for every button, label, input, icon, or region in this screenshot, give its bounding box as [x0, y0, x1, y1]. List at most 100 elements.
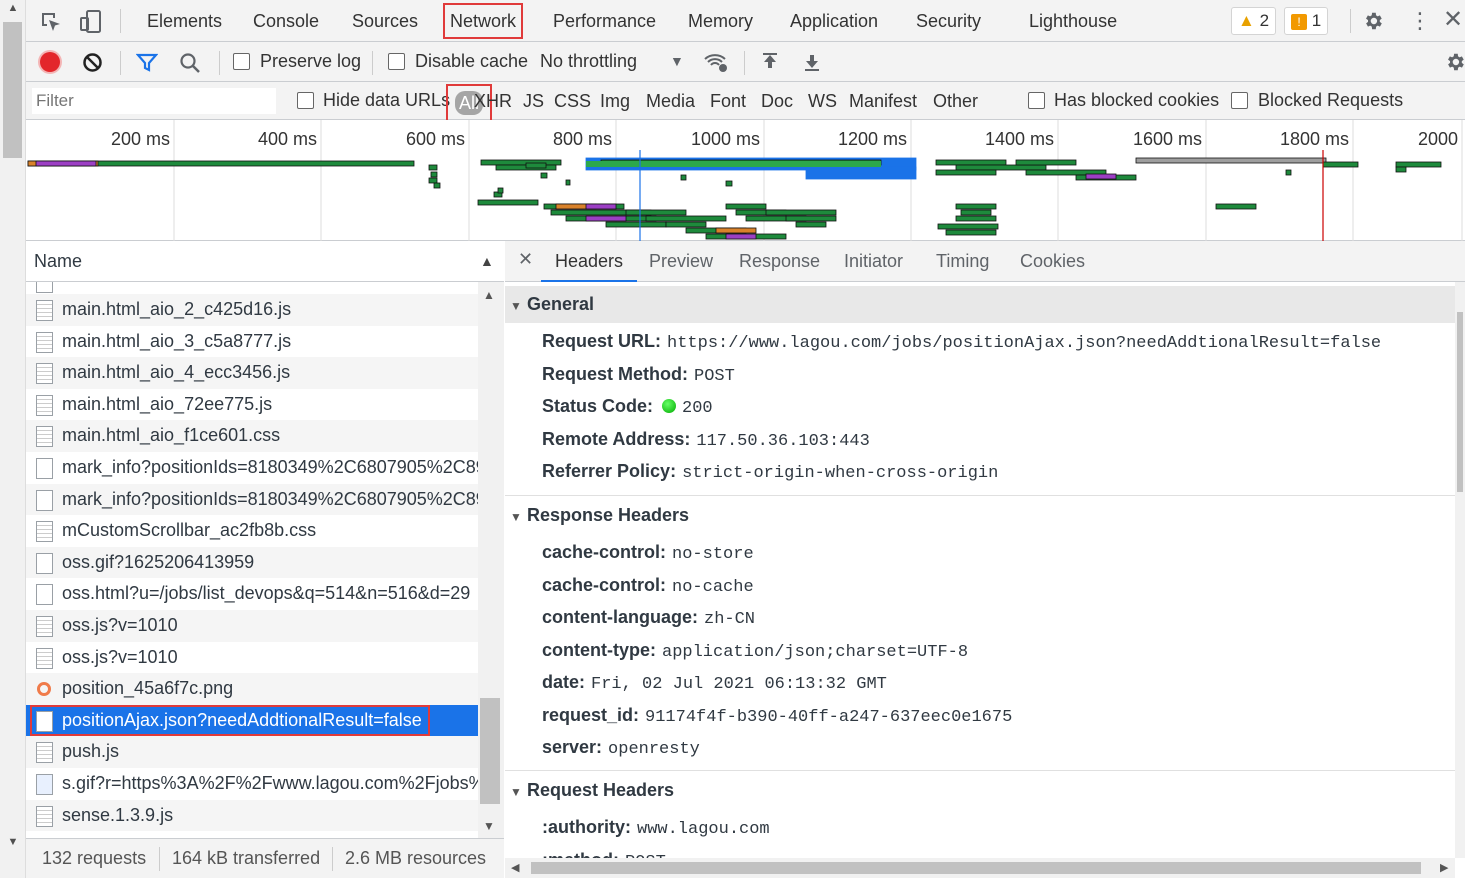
- request-row[interactable]: mark_info?positionIds=8180349%2C6807905%…: [26, 483, 478, 516]
- request-row[interactable]: main.html_aio_72ee775.js: [26, 389, 478, 421]
- preserve-log-checkbox[interactable]: [233, 53, 250, 70]
- response-headers-section-header[interactable]: ▼ Response Headers: [505, 497, 1455, 534]
- chevron-down-icon[interactable]: ▼: [670, 53, 684, 69]
- request-list-scroll-thumb[interactable]: [480, 698, 500, 804]
- timeline-tick-label: 400 ms: [258, 129, 317, 149]
- scroll-left-arrow-icon[interactable]: ◀: [511, 861, 519, 874]
- request-row[interactable]: main.html_aio_2_c425d16.js: [26, 294, 478, 326]
- tab-console[interactable]: Console: [253, 0, 319, 42]
- hide-data-urls-checkbox[interactable]: [297, 92, 314, 109]
- request-row[interactable]: oss.js?v=1010: [26, 610, 478, 642]
- tab-performance[interactable]: Performance: [553, 0, 656, 42]
- request-row[interactable]: oss.js?v=1010: [26, 642, 478, 674]
- waterfall-bar: [680, 174, 687, 181]
- import-har-icon[interactable]: [760, 52, 780, 72]
- detail-tab-headers[interactable]: Headers: [541, 241, 638, 282]
- scroll-down-arrow-icon[interactable]: ▼: [483, 819, 495, 833]
- request-row[interactable]: s.gif?r=https%3A%2F%2Fwww.lagou.com%2Fjo…: [26, 768, 478, 800]
- scroll-up-arrow-icon[interactable]: ▲: [0, 2, 26, 20]
- request-headers-section-header[interactable]: ▼ Request Headers: [505, 772, 1455, 809]
- network-conditions-icon[interactable]: [703, 51, 729, 73]
- filter-funnel-icon[interactable]: [136, 52, 158, 74]
- detail-tab-response[interactable]: Response: [739, 241, 820, 282]
- tab-memory[interactable]: Memory: [688, 0, 753, 42]
- settings-gear-icon[interactable]: [1362, 10, 1384, 32]
- request-row[interactable]: oss.gif?1625206413959: [26, 546, 478, 579]
- file-icon: [36, 282, 53, 293]
- header-row: Status Code: 200: [542, 390, 713, 422]
- page-scroll-thumb[interactable]: [3, 22, 22, 158]
- type-filter-media[interactable]: Media: [646, 82, 695, 120]
- detail-tab-initiator[interactable]: Initiator: [844, 241, 903, 282]
- issues-badge[interactable]: ! 1: [1284, 7, 1329, 35]
- type-filter-xhr[interactable]: XHR: [474, 82, 512, 120]
- type-filter-ws[interactable]: WS: [808, 82, 837, 120]
- throttling-select[interactable]: No throttling: [540, 51, 637, 72]
- scroll-right-arrow-icon[interactable]: ▶: [1440, 861, 1448, 874]
- more-options-icon[interactable]: ⋮: [1409, 8, 1431, 34]
- request-row[interactable]: oss.html?u=/jobs/list_devops&q=514&n=516…: [26, 578, 478, 610]
- scroll-up-arrow-icon[interactable]: ▲: [483, 288, 495, 302]
- tab-lighthouse[interactable]: Lighthouse: [1029, 0, 1117, 42]
- detail-tab-cookies[interactable]: Cookies: [1020, 241, 1085, 282]
- detail-tab-timing[interactable]: Timing: [936, 241, 989, 282]
- header-row: content-type: application/json;charset=UT…: [542, 634, 968, 666]
- type-filter-img[interactable]: Img: [600, 82, 630, 120]
- type-filter-css[interactable]: CSS: [554, 82, 591, 120]
- header-key: content-language:: [542, 607, 698, 627]
- has-blocked-cookies-checkbox[interactable]: [1028, 92, 1045, 109]
- close-detail-icon[interactable]: ✕: [518, 249, 533, 270]
- general-section-header[interactable]: ▼ General: [505, 286, 1455, 323]
- document-file-icon: [36, 521, 53, 543]
- type-filter-other[interactable]: Other: [933, 82, 978, 120]
- divider: [505, 770, 1455, 771]
- inspect-element-icon[interactable]: [40, 11, 62, 33]
- device-toolbar-icon[interactable]: [79, 9, 103, 35]
- waterfall-bar: [1015, 159, 1077, 166]
- tab-security[interactable]: Security: [916, 0, 981, 42]
- close-devtools-icon[interactable]: ✕: [1443, 6, 1463, 34]
- name-column-header[interactable]: Name ▲: [26, 241, 504, 282]
- export-har-icon[interactable]: [802, 52, 822, 72]
- request-row[interactable]: mCustomScrollbar_ac2fb8b.css: [26, 515, 478, 547]
- tab-network[interactable]: Network: [440, 0, 526, 42]
- filter-input[interactable]: [32, 88, 276, 114]
- request-row[interactable]: mark_info?positionIds=8180349%2C6807905%…: [26, 452, 478, 484]
- warnings-badge[interactable]: ▲ 2: [1231, 7, 1277, 35]
- detail-scrollbar[interactable]: [1455, 282, 1465, 858]
- request-list-scrollbar[interactable]: ▲ ▼: [478, 282, 504, 838]
- tab-application[interactable]: Application: [790, 0, 878, 42]
- request-row[interactable]: main.html_aio_4_ecc3456.js: [26, 357, 478, 389]
- request-row[interactable]: main.html_aio_3_c5a8777.js: [26, 326, 478, 358]
- divider: [744, 51, 745, 75]
- request-row[interactable]: push.js: [26, 736, 478, 768]
- waterfall-bar: [586, 161, 881, 167]
- tab-elements[interactable]: Elements: [147, 0, 222, 42]
- timeline-overview[interactable]: 200 ms 400 ms 600 ms 800 ms 1000 ms 1200 ms 14…: [26, 120, 1465, 241]
- tab-sources[interactable]: Sources: [352, 0, 418, 42]
- type-filter-doc[interactable]: Doc: [761, 82, 793, 120]
- horizontal-scroll-thumb[interactable]: [531, 862, 1421, 874]
- record-icon[interactable]: [40, 52, 60, 72]
- page-scrollbar[interactable]: ▲ ▼: [0, 0, 26, 878]
- clear-icon[interactable]: [82, 52, 103, 73]
- request-row[interactable]: position_45a6f7c.png: [26, 673, 478, 705]
- disable-cache-checkbox[interactable]: [388, 53, 405, 70]
- search-icon[interactable]: [179, 52, 201, 74]
- waterfall-bar: [433, 182, 441, 189]
- header-value: 91174f4f-b390-40ff-a247-637eec0e1675: [645, 707, 1013, 727]
- blocked-requests-checkbox[interactable]: [1231, 92, 1248, 109]
- network-settings-gear-icon[interactable]: [1444, 51, 1465, 73]
- scroll-down-arrow-icon[interactable]: ▼: [0, 836, 26, 854]
- detail-horizontal-scrollbar[interactable]: ◀ ▶: [505, 858, 1455, 878]
- detail-tab-preview[interactable]: Preview: [649, 241, 713, 282]
- type-filter-font[interactable]: Font: [710, 82, 746, 120]
- type-filter-manifest[interactable]: Manifest: [849, 82, 917, 120]
- sort-ascending-icon[interactable]: ▲: [480, 253, 494, 269]
- request-row[interactable]: sense.1.3.9.js: [26, 799, 478, 832]
- request-row[interactable]: positionAjax.json?needAddtionalResult=fa…: [26, 704, 478, 737]
- type-filter-js[interactable]: JS: [523, 82, 544, 120]
- waterfall-bar: [935, 159, 1007, 166]
- detail-scroll-thumb[interactable]: [1457, 312, 1463, 492]
- request-row[interactable]: main.html_aio_f1ce601.css: [26, 420, 478, 452]
